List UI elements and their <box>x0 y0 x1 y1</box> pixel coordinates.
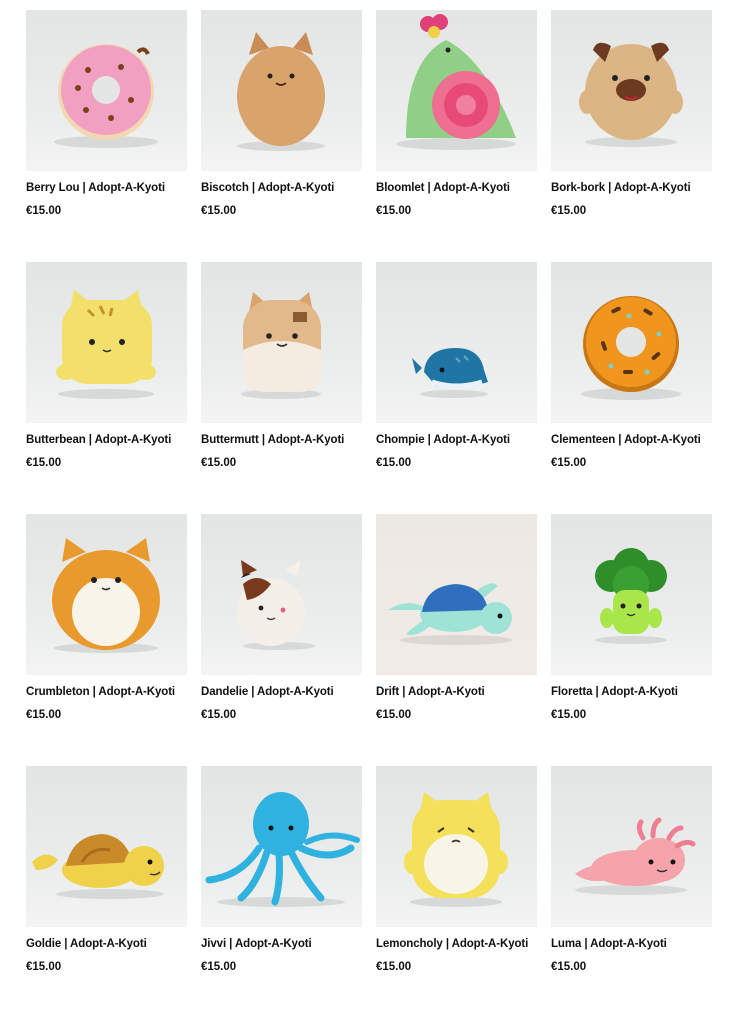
product-name[interactable]: Bloomlet | Adopt-A-Kyoti <box>376 181 537 195</box>
product-card[interactable]: Chompie | Adopt-A-Kyoti €15.00 <box>376 262 537 514</box>
product-name[interactable]: Clementeen | Adopt-A-Kyoti <box>551 433 712 447</box>
product-price: €15.00 <box>376 205 412 217</box>
product-card[interactable]: Goldie | Adopt-A-Kyoti €15.00 <box>26 766 187 1018</box>
product-card[interactable]: Floretta | Adopt-A-Kyoti €15.00 <box>551 514 712 766</box>
product-card[interactable]: Lemoncholy | Adopt-A-Kyoti €15.00 <box>376 766 537 1018</box>
broccoli-icon <box>595 548 667 644</box>
product-card[interactable]: Jivvi | Adopt-A-Kyoti €15.00 <box>201 766 362 1018</box>
product-card[interactable]: Buttermutt | Adopt-A-Kyoti €15.00 <box>201 262 362 514</box>
blue-whale-icon <box>412 348 488 398</box>
product-name[interactable]: Berry Lou | Adopt-A-Kyoti <box>26 181 187 195</box>
shiba-dog-icon <box>241 292 321 399</box>
product-image[interactable] <box>376 262 537 423</box>
product-image[interactable] <box>376 10 537 171</box>
sea-turtle-icon <box>388 583 512 645</box>
product-price: €15.00 <box>551 961 587 973</box>
product-image[interactable] <box>201 10 362 171</box>
product-price: €15.00 <box>551 205 587 217</box>
product-name[interactable]: Crumbleton | Adopt-A-Kyoti <box>26 685 187 699</box>
product-name[interactable]: Goldie | Adopt-A-Kyoti <box>26 937 187 951</box>
product-price: €15.00 <box>26 709 62 721</box>
product-image[interactable] <box>26 262 187 423</box>
product-card[interactable]: Clementeen | Adopt-A-Kyoti €15.00 <box>551 262 712 514</box>
product-name[interactable]: Lemoncholy | Adopt-A-Kyoti <box>376 937 537 951</box>
product-name[interactable]: Jivvi | Adopt-A-Kyoti <box>201 937 362 951</box>
product-price: €15.00 <box>201 961 237 973</box>
product-price: €15.00 <box>376 457 412 469</box>
product-grid: Berry Lou | Adopt-A-Kyoti €15.00 Biscotc… <box>26 10 712 1018</box>
product-image[interactable] <box>201 262 362 423</box>
orange-cat-icon <box>52 538 160 653</box>
product-card[interactable]: Crumbleton | Adopt-A-Kyoti €15.00 <box>26 514 187 766</box>
product-name[interactable]: Floretta | Adopt-A-Kyoti <box>551 685 712 699</box>
product-image[interactable] <box>26 10 187 171</box>
product-name[interactable]: Bork-bork | Adopt-A-Kyoti <box>551 181 712 195</box>
product-card[interactable]: Bork-bork | Adopt-A-Kyoti €15.00 <box>551 10 712 262</box>
product-card[interactable]: Drift | Adopt-A-Kyoti €15.00 <box>376 514 537 766</box>
product-price: €15.00 <box>551 709 587 721</box>
tan-cat-icon <box>237 32 325 151</box>
product-image[interactable] <box>26 766 187 927</box>
product-name[interactable]: Dandelie | Adopt-A-Kyoti <box>201 685 362 699</box>
product-name[interactable]: Drift | Adopt-A-Kyoti <box>376 685 537 699</box>
product-name[interactable]: Luma | Adopt-A-Kyoti <box>551 937 712 951</box>
product-price: €15.00 <box>551 457 587 469</box>
product-price: €15.00 <box>201 457 237 469</box>
green-bird-snail-icon <box>396 14 516 150</box>
product-card[interactable]: Bloomlet | Adopt-A-Kyoti €15.00 <box>376 10 537 262</box>
product-price: €15.00 <box>26 205 62 217</box>
product-image[interactable] <box>201 514 362 675</box>
calico-cat-icon <box>237 560 315 650</box>
yellow-turtle-icon <box>32 834 164 899</box>
product-price: €15.00 <box>26 961 62 973</box>
product-image[interactable] <box>551 514 712 675</box>
product-card[interactable]: Luma | Adopt-A-Kyoti €15.00 <box>551 766 712 1018</box>
pink-donut-icon <box>54 44 158 148</box>
product-card[interactable]: Biscotch | Adopt-A-Kyoti €15.00 <box>201 10 362 262</box>
product-image[interactable] <box>551 262 712 423</box>
product-price: €15.00 <box>376 961 412 973</box>
product-image[interactable] <box>376 766 537 927</box>
product-price: €15.00 <box>201 709 237 721</box>
pug-dog-icon <box>579 42 683 147</box>
product-image[interactable] <box>376 514 537 675</box>
pink-axolotl-icon <box>575 817 696 895</box>
product-name[interactable]: Butterbean | Adopt-A-Kyoti <box>26 433 187 447</box>
product-price: €15.00 <box>26 457 62 469</box>
product-name[interactable]: Biscotch | Adopt-A-Kyoti <box>201 181 362 195</box>
product-image[interactable] <box>201 766 362 927</box>
product-card[interactable]: Berry Lou | Adopt-A-Kyoti €15.00 <box>26 10 187 262</box>
blue-octopus-icon <box>205 792 360 907</box>
product-card[interactable]: Butterbean | Adopt-A-Kyoti €15.00 <box>26 262 187 514</box>
product-image[interactable] <box>26 514 187 675</box>
product-image[interactable] <box>551 766 712 927</box>
lemon-cat-icon <box>404 792 508 907</box>
product-name[interactable]: Buttermutt | Adopt-A-Kyoti <box>201 433 362 447</box>
product-price: €15.00 <box>376 709 412 721</box>
orange-donut-icon <box>581 296 681 400</box>
product-name[interactable]: Chompie | Adopt-A-Kyoti <box>376 433 537 447</box>
yellow-cat-icon <box>56 290 156 399</box>
product-price: €15.00 <box>201 205 237 217</box>
product-card[interactable]: Dandelie | Adopt-A-Kyoti €15.00 <box>201 514 362 766</box>
product-image[interactable] <box>551 10 712 171</box>
